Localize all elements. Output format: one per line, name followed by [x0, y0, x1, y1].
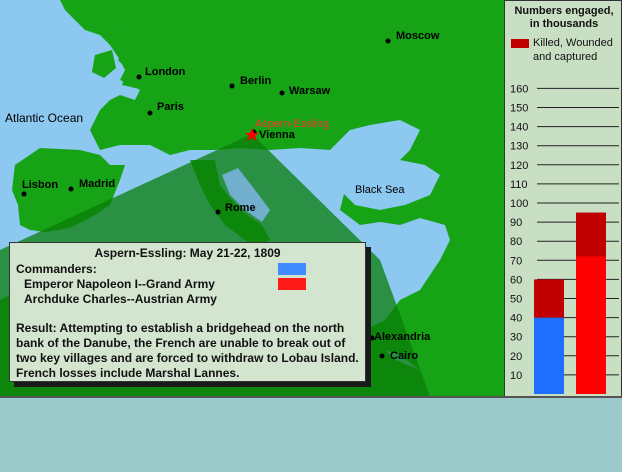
battle-info-box: Aspern-Essling: May 21-22, 1809 Commande… [9, 242, 366, 382]
y-tick-label: 70 [510, 255, 522, 267]
city-dot-madrid [68, 186, 74, 192]
label-black-sea: Black Sea [355, 184, 405, 196]
bar-casualties-austrian [576, 212, 606, 257]
city-dot-berlin [229, 83, 235, 89]
label-moscow: Moscow [396, 30, 440, 42]
commander-austrian: Archduke Charles--Austrian Army [24, 292, 217, 306]
city-dot-paris [147, 110, 153, 116]
label-cairo: Cairo [390, 350, 418, 362]
y-tick-label: 150 [510, 103, 528, 115]
commander-french: Emperor Napoleon I--Grand Army [24, 277, 215, 291]
footer-bar [0, 396, 622, 472]
y-tick-label: 130 [510, 141, 528, 153]
label-berlin: Berlin [240, 75, 271, 87]
label-lisbon: Lisbon [22, 179, 58, 191]
battle-screen: Atlantic Ocean Black Sea London Paris Be… [0, 0, 622, 472]
city-dot-moscow [385, 38, 391, 44]
y-tick-label: 100 [510, 198, 528, 210]
label-london: London [145, 66, 186, 78]
y-tick-label: 120 [510, 160, 528, 172]
label-warsaw: Warsaw [289, 85, 331, 97]
y-tick-label: 20 [510, 351, 522, 363]
y-tick-label: 30 [510, 332, 522, 344]
label-atlantic: Atlantic Ocean [5, 111, 83, 125]
city-dot-london [136, 74, 142, 80]
label-vienna: Vienna [259, 129, 296, 141]
y-tick-label: 110 [510, 179, 528, 191]
numbers-chart: 10 20 30 40 50 60 70 80 90 100 110 120 130 140 150 160 [510, 83, 619, 394]
bar-engaged-french [534, 317, 564, 394]
label-paris: Paris [157, 101, 184, 113]
y-tick-label: 140 [510, 122, 528, 134]
bar-casualties-french [534, 279, 564, 318]
city-dot-lisbon [21, 191, 27, 197]
bar-engaged-austrian [576, 256, 606, 394]
label-madrid: Madrid [79, 178, 115, 190]
french-color-swatch [278, 263, 306, 275]
commanders-heading: Commanders: [16, 262, 97, 276]
battle-result: Result: Attempting to establish a bridge… [16, 321, 359, 380]
y-tick-label: 50 [510, 294, 522, 306]
label-alexandria: Alexandria [374, 331, 431, 343]
y-tick-label: 80 [510, 236, 522, 248]
y-tick-label: 160 [510, 83, 528, 95]
y-tick-label: 60 [510, 274, 522, 286]
battle-title: Aspern-Essling: May 21-22, 1809 [94, 246, 281, 260]
label-rome: Rome [225, 202, 256, 214]
casualty-panel: Numbers engaged, in thousands Killed, Wo… [504, 0, 622, 398]
y-tick-label: 10 [510, 370, 522, 382]
city-dot-warsaw [279, 90, 285, 96]
y-tick-label: 40 [510, 313, 522, 325]
city-dot-rome [215, 209, 221, 215]
austrian-color-swatch [278, 278, 306, 290]
city-dot-cairo [379, 353, 385, 359]
y-tick-label: 90 [510, 217, 522, 229]
